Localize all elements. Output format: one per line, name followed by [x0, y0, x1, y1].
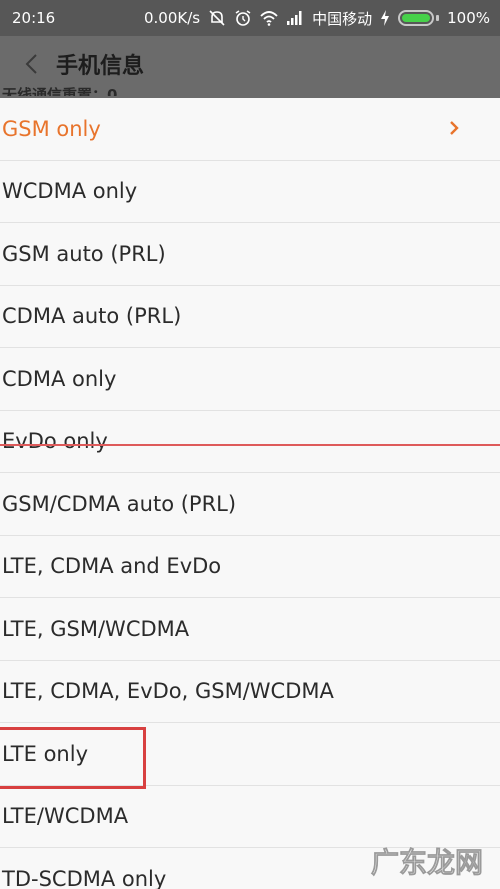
status-time: 20:16: [12, 9, 56, 27]
menu-option-label: LTE, GSM/WCDMA: [2, 616, 190, 641]
page-title: 手机信息: [56, 54, 145, 79]
menu-option[interactable]: GSM auto (PRL): [0, 223, 500, 286]
battery-nub: [436, 15, 440, 21]
charging-icon: [381, 10, 390, 26]
battery-percent: 100%: [447, 9, 490, 27]
alarm-icon: [235, 10, 251, 26]
menu-option[interactable]: LTE, GSM/WCDMA: [0, 598, 500, 661]
menu-option[interactable]: CDMA only: [0, 348, 500, 411]
chevron-right-icon: [450, 121, 459, 135]
menu-option-label: CDMA auto (PRL): [2, 304, 182, 329]
menu-option[interactable]: CDMA auto (PRL): [0, 286, 500, 348]
menu-option-label: WCDMA only: [2, 179, 138, 204]
carrier-name: 中国移动: [312, 9, 373, 28]
menu-option[interactable]: WCDMA only: [0, 161, 500, 223]
signal-icon: [287, 11, 302, 25]
back-arrow-icon[interactable]: [22, 52, 40, 76]
menu-option-label: CDMA only: [2, 366, 117, 391]
menu-option[interactable]: EvDo only: [0, 411, 500, 473]
menu-option[interactable]: LTE, CDMA, EvDo, GSM/WCDMA: [0, 661, 500, 723]
watermark-logo: 广东龙网: [371, 846, 484, 880]
wifi-icon: [260, 11, 278, 26]
status-icons: 0.00K/s 中国移动 100%: [144, 8, 490, 29]
menu-option-label: GSM/CDMA auto (PRL): [2, 491, 237, 516]
menu-option[interactable]: GSM/CDMA auto (PRL): [0, 473, 500, 536]
annotation-highlight-box: [0, 727, 146, 789]
menu-option-label: LTE, CDMA, EvDo, GSM/WCDMA: [2, 679, 334, 704]
menu-option[interactable]: GSM only: [0, 98, 500, 161]
battery-icon: [398, 10, 435, 26]
network-speed: 0.00K/s: [143, 9, 201, 27]
obscured-setting-text: 无线通信重置：0: [2, 86, 118, 96]
menu-option-label: EvDo only: [2, 429, 108, 454]
menu-option[interactable]: LTE/WCDMA: [0, 786, 500, 848]
menu-option-label: GSM auto (PRL): [2, 241, 166, 266]
menu-option-label: GSM only: [2, 116, 101, 141]
menu-option-label: LTE, CDMA and EvDo: [2, 554, 222, 579]
menu-option[interactable]: LTE, CDMA and EvDo: [0, 536, 500, 598]
annotation-red-line: [0, 444, 500, 446]
mute-icon: [209, 10, 225, 26]
menu-option-label: LTE/WCDMA: [2, 804, 129, 829]
menu-option-label: TD-SCDMA only: [2, 866, 167, 889]
status-bar: 20:16 0.00K/s 中国移动 100%: [0, 0, 500, 36]
watermark-text: 广东龙网: [371, 846, 483, 879]
